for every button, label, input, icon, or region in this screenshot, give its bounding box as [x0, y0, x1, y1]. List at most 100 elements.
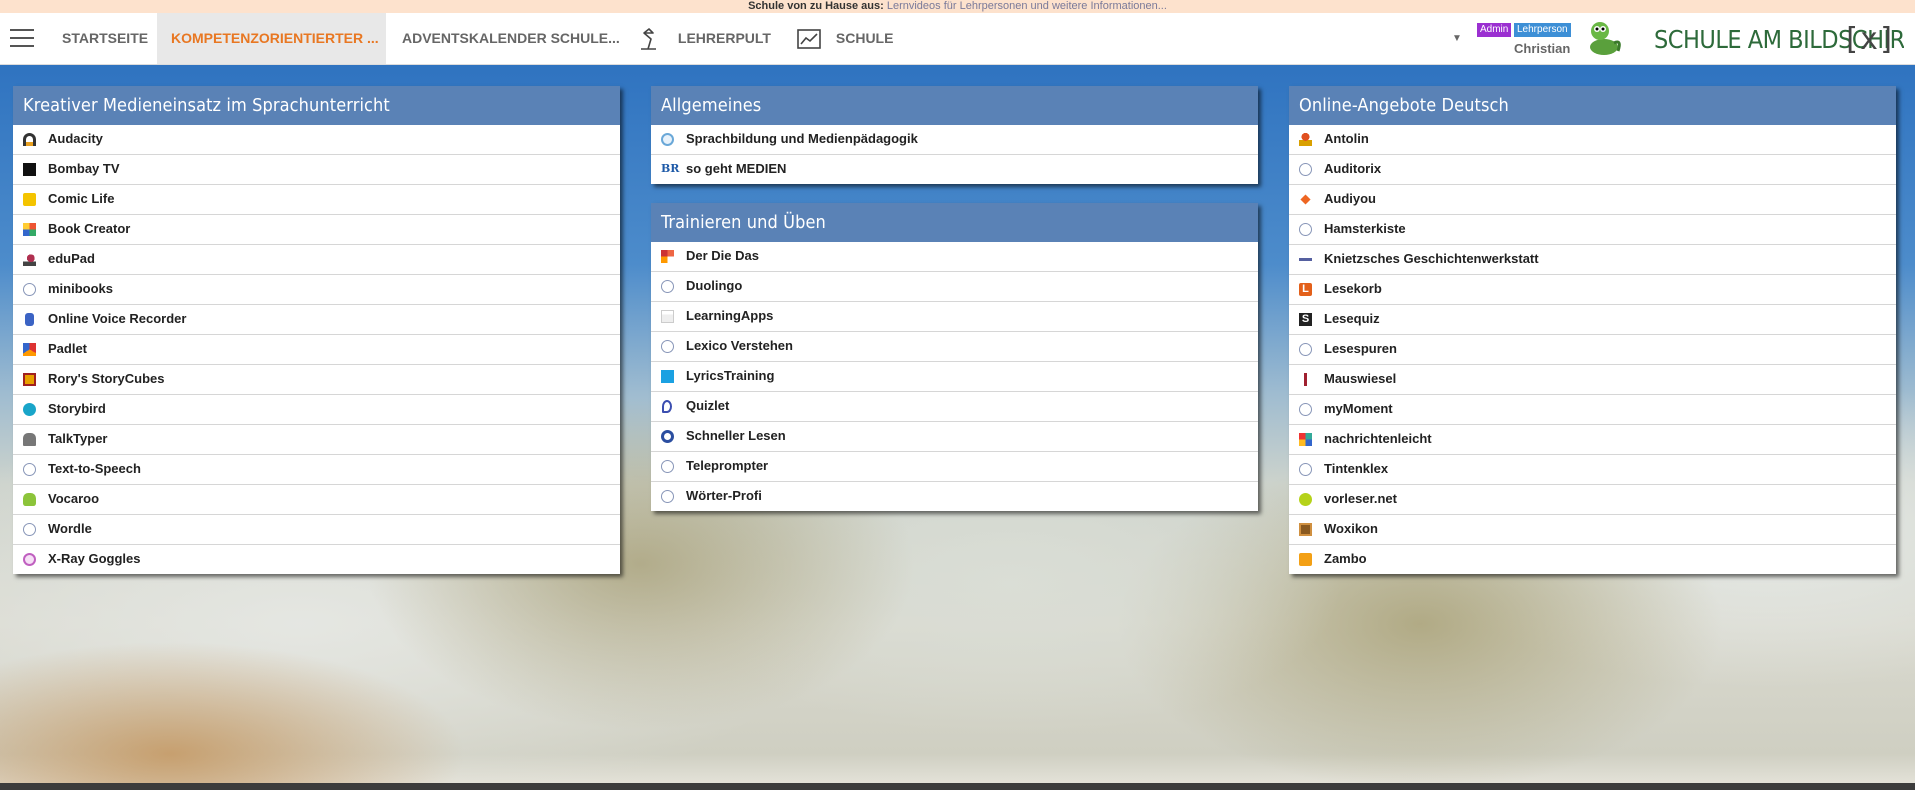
list-item[interactable]: Lexico Verstehen: [651, 331, 1258, 361]
list-item[interactable]: Zambo: [1289, 544, 1896, 574]
edupad-icon: [23, 253, 36, 266]
list-item[interactable]: Teleprompter: [651, 451, 1258, 481]
tab-adventskalender[interactable]: ADVENTSKALENDER SCHULE...: [388, 13, 634, 64]
chevron-down-icon[interactable]: ▼: [1452, 33, 1462, 44]
list-item[interactable]: eduPad: [13, 244, 620, 274]
globe-icon: [661, 280, 674, 293]
list-item[interactable]: Vocaroo: [13, 484, 620, 514]
sprachbildung-icon: [661, 133, 674, 146]
globe-icon: [1299, 223, 1312, 236]
tab-schule[interactable]: SCHULE: [782, 13, 907, 64]
list-item-label: Woxikon: [1324, 521, 1378, 536]
list-item[interactable]: Audacity: [13, 125, 620, 154]
top-navigation: STARTSEITE KOMPETENZORIENTIERTER ... ADV…: [0, 13, 1915, 65]
site-logo[interactable]: SCHULE AM BILDSCHIRM [x]: [1654, 21, 1904, 57]
info-banner: Schule von zu Hause aus: Lernvideos für …: [0, 0, 1915, 13]
list-item-label: Vocaroo: [48, 491, 100, 506]
lesekorb-icon: L: [1299, 283, 1312, 296]
list-item[interactable]: Book Creator: [13, 214, 620, 244]
list-item-label: Lexico Verstehen: [686, 338, 793, 353]
list-item[interactable]: Knietzsches Geschichtenwerkstatt: [1289, 244, 1896, 274]
list-item[interactable]: Lesespuren: [1289, 334, 1896, 364]
list-item[interactable]: Hamsterkiste: [1289, 214, 1896, 244]
list-item-label: Audiyou: [1324, 191, 1376, 206]
list-item[interactable]: Der Die Das: [651, 242, 1258, 271]
list-item[interactable]: LearningApps: [651, 301, 1258, 331]
card-medieneinsatz: Kreativer Medieneinsatz im Sprachunterri…: [13, 86, 620, 574]
mauswiesel-icon: [1299, 373, 1312, 386]
schneller-lesen-icon: [661, 430, 674, 443]
list-item[interactable]: Tintenklex: [1289, 454, 1896, 484]
list-item[interactable]: Schneller Lesen: [651, 421, 1258, 451]
list-item-label: Lesespuren: [1324, 341, 1397, 356]
globe-icon: [661, 490, 674, 503]
nachrichtenleicht-icon: [1299, 433, 1312, 446]
list-item[interactable]: vorleser.net: [1289, 484, 1896, 514]
list-item[interactable]: Padlet: [13, 334, 620, 364]
list-item[interactable]: Mauswiesel: [1289, 364, 1896, 394]
globe-icon: [1299, 343, 1312, 356]
link-list: Der Die Das Duolingo LearningApps Lexico Ve…: [651, 242, 1258, 511]
list-item-label: Mauswiesel: [1324, 371, 1397, 386]
list-item[interactable]: S Lesequiz: [1289, 304, 1896, 334]
list-item-label: LyricsTraining: [686, 368, 775, 383]
list-item[interactable]: BR so geht MEDIEN: [651, 154, 1258, 184]
comic-life-icon: [23, 193, 36, 206]
tab-kompetenzorientierter[interactable]: KOMPETENZORIENTIERTER ...: [157, 13, 386, 64]
list-item[interactable]: Antolin: [1289, 125, 1896, 154]
list-item-label: Rory's StoryCubes: [48, 371, 165, 386]
info-banner-link[interactable]: Lernvideos für Lehrpersonen und weitere …: [887, 0, 1167, 12]
list-item-label: so geht MEDIEN: [686, 161, 787, 176]
desk-lamp-icon: [641, 28, 656, 51]
list-item[interactable]: myMoment: [1289, 394, 1896, 424]
list-item[interactable]: Audiyou: [1289, 184, 1896, 214]
user-name[interactable]: Christian: [1514, 41, 1570, 56]
list-item[interactable]: Online Voice Recorder: [13, 304, 620, 334]
list-item[interactable]: nachrichtenleicht: [1289, 424, 1896, 454]
list-item-label: myMoment: [1324, 401, 1393, 416]
list-item-label: Knietzsches Geschichtenwerkstatt: [1324, 251, 1539, 266]
list-item[interactable]: Wordle: [13, 514, 620, 544]
svg-text:[x]: [x]: [1842, 22, 1896, 57]
list-item-label: Wörter-Profi: [686, 488, 762, 503]
list-item[interactable]: Sprachbildung und Medienpädagogik: [651, 125, 1258, 154]
list-item-label: eduPad: [48, 251, 95, 266]
admin-badge: Admin: [1477, 23, 1512, 37]
list-item[interactable]: Quizlet: [651, 391, 1258, 421]
book-creator-icon: [23, 223, 36, 236]
list-item[interactable]: X-Ray Goggles: [13, 544, 620, 574]
list-item[interactable]: Woxikon: [1289, 514, 1896, 544]
list-item-label: nachrichtenleicht: [1324, 431, 1432, 446]
list-item-label: Antolin: [1324, 131, 1369, 146]
list-item-label: Duolingo: [686, 278, 743, 293]
tab-startseite[interactable]: STARTSEITE: [48, 13, 162, 64]
woxikon-icon: [1299, 523, 1312, 536]
list-item-label: Teleprompter: [686, 458, 769, 473]
list-item[interactable]: Rory's StoryCubes: [13, 364, 620, 394]
list-item[interactable]: Storybird: [13, 394, 620, 424]
list-item[interactable]: minibooks: [13, 274, 620, 304]
card-title: Kreativer Medieneinsatz im Sprachunterri…: [13, 86, 620, 125]
list-item[interactable]: Auditorix: [1289, 154, 1896, 184]
list-item[interactable]: TalkTyper: [13, 424, 620, 454]
list-item[interactable]: Wörter-Profi: [651, 481, 1258, 511]
voice-recorder-icon: [25, 313, 34, 326]
link-list: Audacity Bombay TV Comic Life Book Creator e…: [13, 125, 620, 574]
globe-icon: [1299, 403, 1312, 416]
zambo-icon: [1299, 553, 1312, 566]
list-item[interactable]: Duolingo: [651, 271, 1258, 301]
globe-icon: [23, 463, 36, 476]
list-item-label: Storybird: [48, 401, 106, 416]
list-item-label: Auditorix: [1324, 161, 1382, 176]
menu-icon[interactable]: [10, 29, 34, 47]
list-item[interactable]: L Lesekorb: [1289, 274, 1896, 304]
tab-lehrerpult[interactable]: LEHRERPULT: [624, 13, 785, 64]
vocaroo-icon: [23, 493, 36, 506]
list-item[interactable]: LyricsTraining: [651, 361, 1258, 391]
list-item-label: Hamsterkiste: [1324, 221, 1406, 236]
card-allgemeines: Allgemeines Sprachbildung und Medienpäda…: [651, 86, 1258, 184]
list-item[interactable]: Text-to-Speech: [13, 454, 620, 484]
card-trainieren: Trainieren und Üben Der Die Das Duolingo L…: [651, 203, 1258, 511]
list-item[interactable]: Comic Life: [13, 184, 620, 214]
list-item[interactable]: Bombay TV: [13, 154, 620, 184]
